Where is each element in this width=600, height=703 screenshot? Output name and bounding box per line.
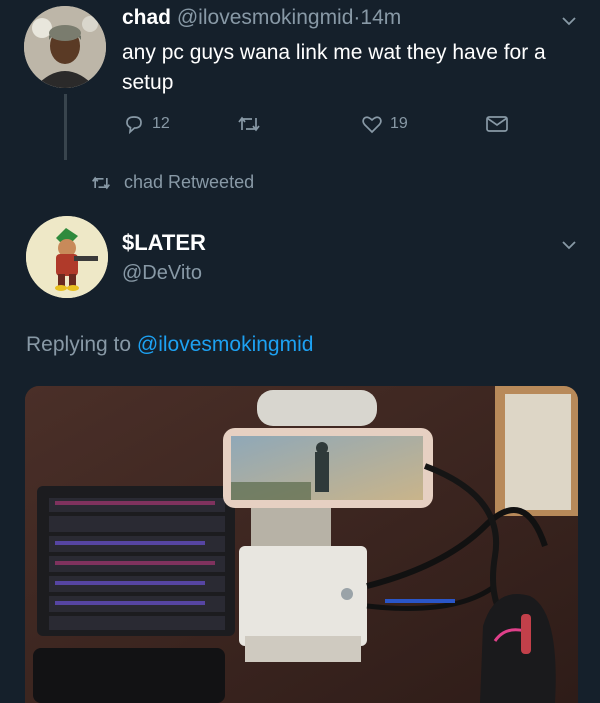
retweet-banner-text: chad Retweeted (124, 172, 255, 192)
reply-icon (126, 116, 142, 135)
retweet-icon (92, 176, 110, 189)
retweet-button[interactable] (236, 112, 268, 136)
heart-icon (362, 116, 382, 134)
avatar-chad[interactable] (24, 6, 106, 88)
tweet-photo[interactable] (25, 386, 578, 703)
chevron-down-icon[interactable] (560, 12, 578, 30)
retweet-icon (238, 116, 260, 132)
setup-photo (25, 386, 578, 703)
avatar-slater[interactable] (26, 216, 108, 298)
reply-count: 12 (152, 115, 170, 132)
like-count: 19 (390, 115, 408, 132)
handle[interactable]: @ilovesmokingmid (177, 6, 354, 29)
like-button[interactable]: 19 (360, 112, 408, 136)
retweet-banner[interactable]: chad Retweeted (88, 172, 254, 193)
replying-to: Replying to @ilovesmokingmid (26, 333, 313, 357)
tweet-actions: 12 19 (122, 112, 522, 140)
thread-line (64, 94, 67, 160)
timestamp[interactable]: 14m (360, 6, 401, 29)
share-button[interactable] (484, 112, 510, 136)
reply-button[interactable]: 12 (122, 112, 170, 136)
replying-handle-link[interactable]: @ilovesmokingmid (137, 333, 314, 356)
mail-icon (486, 116, 508, 132)
tweet-chad[interactable]: chad @ilovesmokingmid·14m any pc guys wa… (0, 0, 600, 160)
tweet-header: chad @ilovesmokingmid·14m (122, 6, 401, 30)
display-name[interactable]: $LATER (122, 230, 206, 256)
replying-prefix: Replying to (26, 333, 132, 356)
handle[interactable]: @DeVito (122, 262, 202, 285)
chevron-down-icon[interactable] (560, 236, 578, 254)
display-name[interactable]: chad (122, 6, 171, 29)
tweet-text: any pc guys wana link me wat they have f… (122, 41, 546, 94)
